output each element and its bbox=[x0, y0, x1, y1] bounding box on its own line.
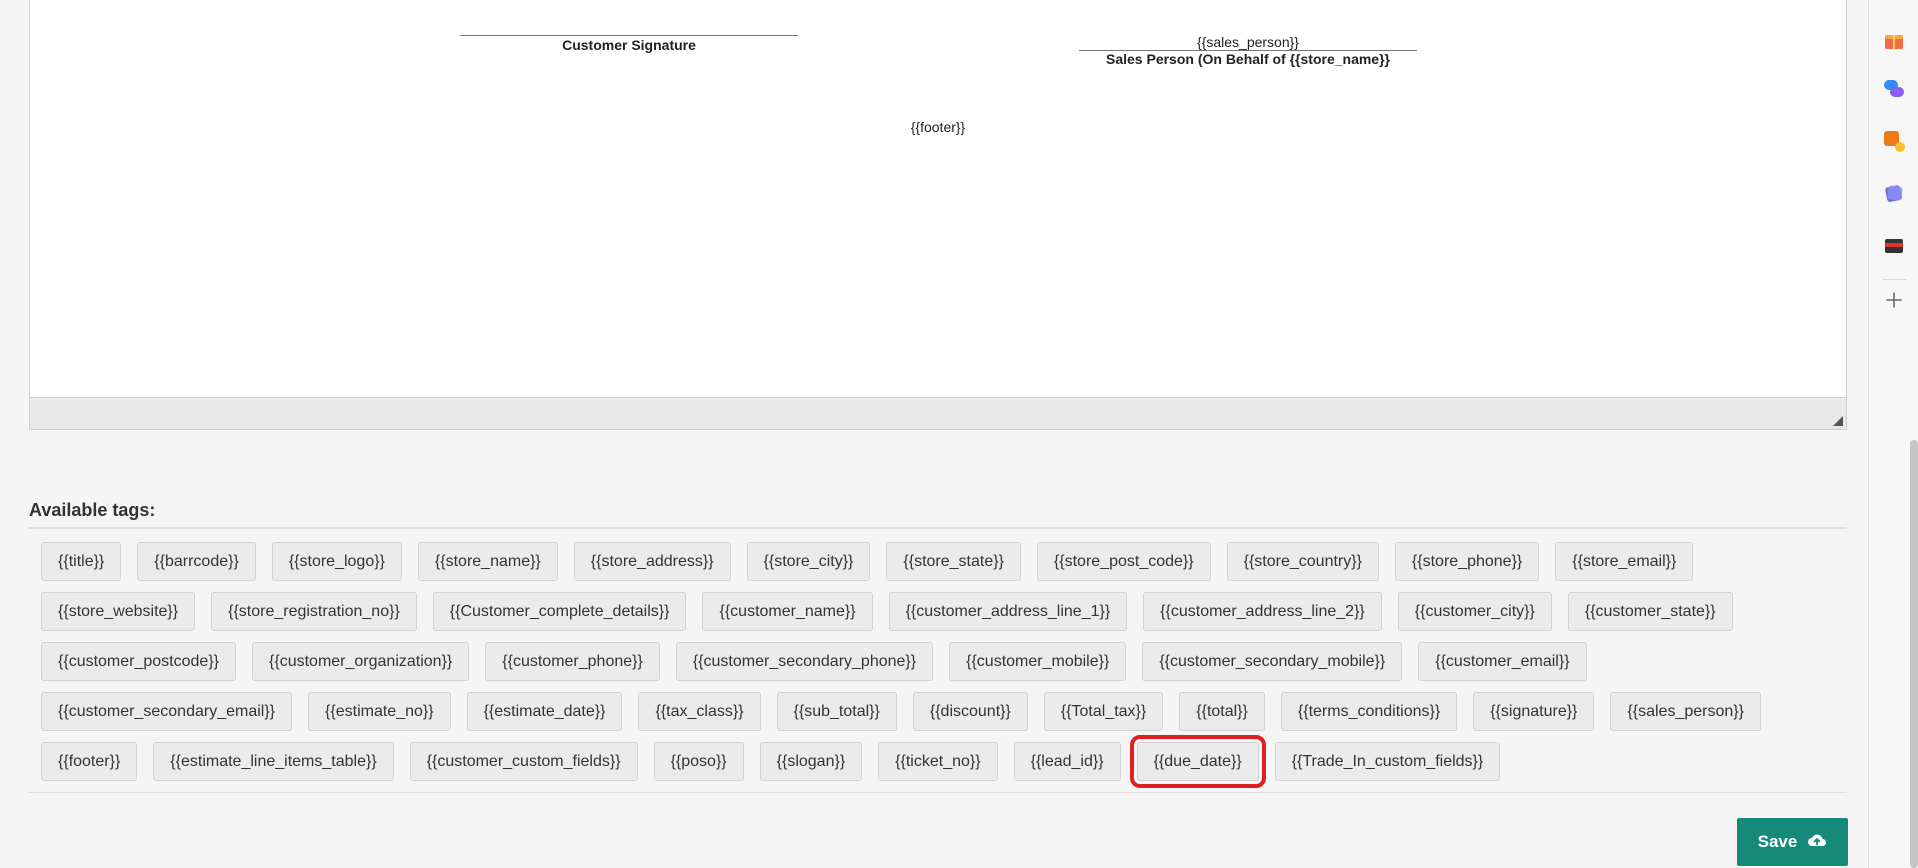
tag-button[interactable]: {{store_logo}} bbox=[271, 542, 402, 581]
editor-content[interactable]: Customer Signature {{sales_person}} Sale… bbox=[30, 0, 1846, 398]
tag-button[interactable]: {{Total_tax}} bbox=[1043, 692, 1164, 731]
tag-button[interactable]: {{total}} bbox=[1179, 692, 1265, 731]
gift-icon[interactable] bbox=[1882, 28, 1906, 52]
tag-button[interactable]: {{estimate_line_items_table}} bbox=[153, 742, 394, 781]
tag-button[interactable]: {{poso}} bbox=[653, 742, 744, 781]
tag-button[interactable]: {{ticket_no}} bbox=[878, 742, 998, 781]
tag-button[interactable]: {{lead_id}} bbox=[1013, 742, 1121, 781]
tag-button[interactable]: {{signature}} bbox=[1473, 692, 1595, 731]
tag-button[interactable]: {{customer_address_line_1}} bbox=[888, 592, 1128, 631]
tag-button[interactable]: {{store_website}} bbox=[41, 592, 196, 631]
tag-row: {{customer_postcode}} {{customer_organiza… bbox=[41, 642, 1847, 681]
save-button-label: Save bbox=[1757, 832, 1798, 851]
tag-button[interactable]: {{customer_mobile}} bbox=[949, 642, 1127, 681]
tag-button[interactable]: {{store_address}} bbox=[573, 542, 731, 581]
tag-button[interactable]: {{customer_state}} bbox=[1567, 592, 1733, 631]
tag-button[interactable]: {{estimate_date}} bbox=[466, 692, 623, 731]
signature-line bbox=[460, 35, 798, 36]
tag-row: {{title}} {{barrcode}} {{store_logo}} {{sto… bbox=[41, 542, 1847, 581]
template-editor[interactable]: Customer Signature {{sales_person}} Sale… bbox=[29, 0, 1847, 430]
tag-button[interactable]: {{store_phone}} bbox=[1394, 542, 1540, 581]
tag-button[interactable]: {{slogan}} bbox=[759, 742, 863, 781]
customer-signature-label: Customer Signature bbox=[562, 37, 696, 53]
tag-button[interactable]: {{store_email}} bbox=[1555, 542, 1694, 581]
tag-button[interactable]: {{customer_secondary_phone}} bbox=[675, 642, 934, 681]
tag-button[interactable]: {{sales_person}} bbox=[1610, 692, 1761, 731]
customer-signature-block: Customer Signature bbox=[460, 35, 798, 53]
tag-button[interactable]: {{customer_secondary_email}} bbox=[41, 692, 293, 731]
tag-button[interactable]: {{store_post_code}} bbox=[1036, 542, 1211, 581]
app-root: Customer Signature {{sales_person}} Sale… bbox=[0, 0, 1918, 868]
sales-person-value: {{sales_person}} bbox=[1197, 34, 1299, 50]
tag-button[interactable]: {{Customer_complete_details}} bbox=[432, 592, 687, 631]
tag-button[interactable]: {{tax_class}} bbox=[638, 692, 761, 731]
chat-icon[interactable] bbox=[1882, 77, 1906, 101]
tag-button[interactable]: {{due_date}} bbox=[1129, 735, 1266, 788]
divider bbox=[29, 792, 1847, 793]
tag-row: {{footer}} {{estimate_line_items_table}} {… bbox=[41, 735, 1847, 788]
tag-button[interactable]: {{customer_city}} bbox=[1397, 592, 1552, 631]
resize-handle-icon[interactable] bbox=[1833, 416, 1843, 426]
divider bbox=[29, 527, 1847, 529]
tag-button[interactable]: {{terms_conditions}} bbox=[1280, 692, 1458, 731]
tag-button[interactable]: {{customer_email}} bbox=[1418, 642, 1587, 681]
save-button[interactable]: Save bbox=[1737, 818, 1848, 866]
tag-row: {{store_website}} {{store_registration_no… bbox=[41, 592, 1847, 631]
tag-button[interactable]: {{discount}} bbox=[912, 692, 1028, 731]
tag-button[interactable]: {{estimate_no}} bbox=[308, 692, 451, 731]
sales-person-block: {{sales_person}} Sales Person (On Behalf… bbox=[1079, 34, 1417, 68]
tag-button[interactable]: {{customer_phone}} bbox=[485, 642, 660, 681]
tag-button[interactable]: {{customer_organization}} bbox=[252, 642, 470, 681]
footer-placeholder: {{footer}} bbox=[910, 119, 966, 135]
tag-button[interactable]: {{store_state}} bbox=[886, 542, 1021, 581]
tag-button[interactable]: {{sub_total}} bbox=[776, 692, 897, 731]
tags-list: {{title}} {{barrcode}} {{store_logo}} {{sto… bbox=[41, 542, 1847, 792]
tag-button[interactable]: {{Trade_In_custom_fields}} bbox=[1274, 742, 1501, 781]
tag-button[interactable]: {{customer_address_line_2}} bbox=[1143, 592, 1382, 631]
tag-button[interactable]: {{store_registration_no}} bbox=[211, 592, 417, 631]
editor-status-bar bbox=[30, 397, 1846, 429]
tag-row: {{customer_secondary_email}} {{estimate_n… bbox=[41, 692, 1847, 731]
cards-icon[interactable] bbox=[1882, 181, 1906, 205]
sales-person-label: Sales Person (On Behalf of {{store_name}… bbox=[1106, 51, 1390, 67]
tag-button[interactable]: {{footer}} bbox=[41, 742, 138, 781]
tag-button[interactable]: {{barrcode}} bbox=[137, 542, 256, 581]
tag-button[interactable]: {{customer_name}} bbox=[702, 592, 873, 631]
shapes-icon[interactable] bbox=[1882, 129, 1906, 153]
tag-button[interactable]: {{store_city}} bbox=[746, 542, 871, 581]
tag-button[interactable]: {{customer_postcode}} bbox=[41, 642, 237, 681]
browser-sidebar bbox=[1868, 0, 1918, 868]
tag-button[interactable]: {{customer_secondary_mobile}} bbox=[1142, 642, 1403, 681]
tag-button[interactable]: {{title}} bbox=[41, 542, 122, 581]
tag-button[interactable]: {{store_name}} bbox=[417, 542, 558, 581]
wallet-icon[interactable] bbox=[1882, 234, 1906, 258]
cloud-upload-icon bbox=[1807, 832, 1827, 853]
available-tags-heading: Available tags: bbox=[29, 500, 156, 520]
tag-button[interactable]: {{store_country}} bbox=[1226, 542, 1379, 581]
scrollbar-thumb[interactable] bbox=[1910, 440, 1918, 868]
sidebar-divider bbox=[1882, 279, 1906, 280]
plus-icon[interactable] bbox=[1882, 288, 1906, 312]
tag-button[interactable]: {{customer_custom_fields}} bbox=[409, 742, 638, 781]
